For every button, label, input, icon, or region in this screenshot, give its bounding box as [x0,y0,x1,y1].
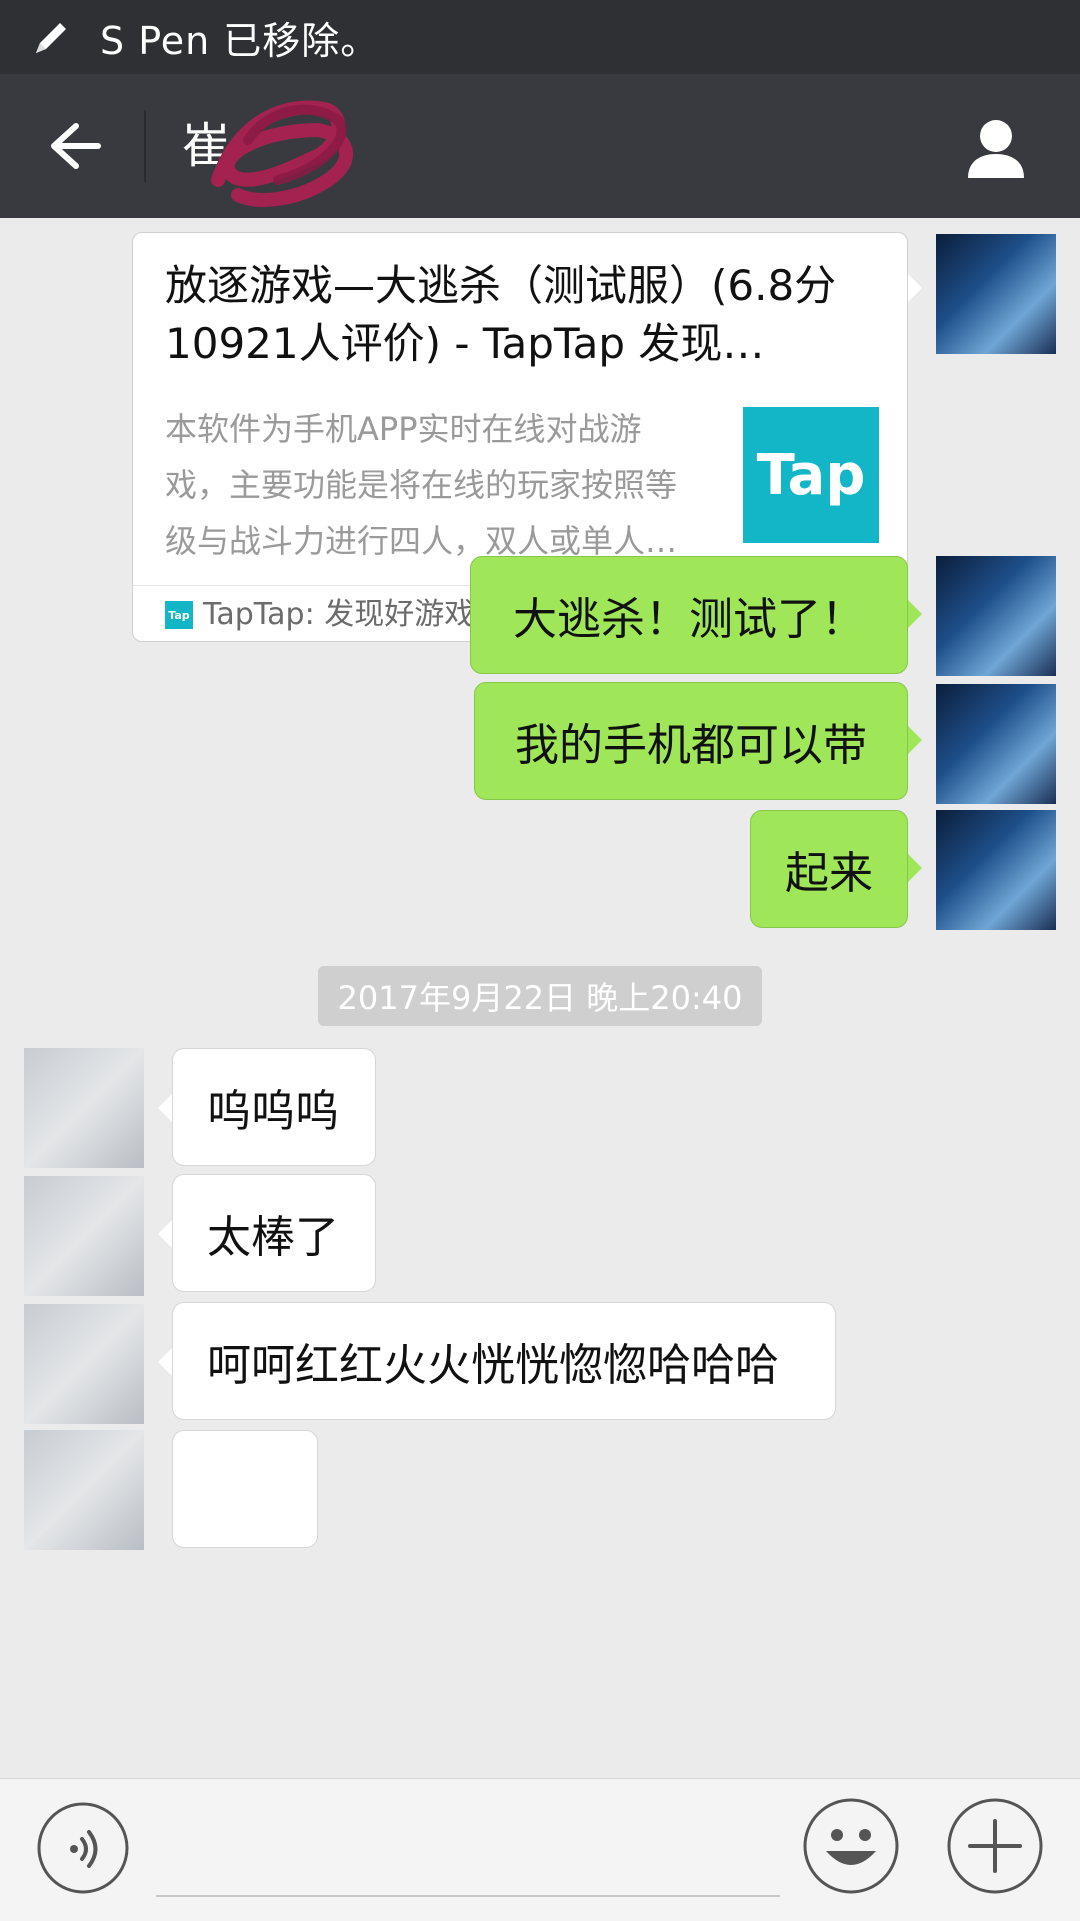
redaction-scribble [211,100,354,207]
pen-icon [36,23,66,53]
timestamp: 2017年9月22日 晚上20:40 [318,966,762,1026]
message-text: 起来 [785,848,873,899]
avatar[interactable] [24,1430,144,1550]
bubble-tail [908,600,922,628]
emoji-icon[interactable] [802,1797,900,1895]
avatar[interactable] [24,1176,144,1296]
message-bubble-received[interactable]: 太棒了 [172,1174,376,1292]
title-bar: 崔 [0,74,1080,218]
link-card-source: TapTap: 发现好游戏 [203,597,475,632]
bubble-tail [908,726,922,754]
chat-area[interactable]: 放逐游戏—大逃杀（测试服）(6.8分 10921人评价) - TapTap 发现… [0,218,1080,1778]
status-text: S Pen 已移除。 [100,18,380,63]
message-input[interactable] [156,1895,780,1897]
person-icon[interactable] [962,114,1030,182]
message-text: 太棒了 [207,1212,339,1263]
link-card-description: 本软件为手机APP实时在线对战游戏，主要功能是将在线的玩家按照等级与战斗力进行四… [165,410,678,560]
message-bubble-received[interactable]: 呵呵红红火火恍恍惚惚哈哈哈 [172,1302,836,1420]
bubble-tail [158,1094,172,1122]
message-bubble-sent[interactable]: 起来 [750,810,908,928]
status-bar: S Pen 已移除。 [0,0,1080,74]
message-bubble-sent[interactable]: 大逃杀！测试了！ [470,556,908,674]
bubble-tail [908,854,922,882]
avatar[interactable] [936,556,1056,676]
tap-logo-thumbnail: Tap [743,407,879,543]
bubble-tail [158,1220,172,1248]
taptap-source-icon: Tap [165,601,193,629]
avatar[interactable] [936,234,1056,354]
bubble-tail [908,274,922,302]
message-text: 大逃杀！测试了！ [513,594,865,645]
message-text: 我的手机都可以带 [515,720,867,771]
message-text: 呜呜呜 [207,1086,339,1137]
back-arrow-icon[interactable] [46,120,102,172]
avatar[interactable] [936,810,1056,930]
plus-icon[interactable] [946,1797,1044,1895]
input-bar [0,1778,1080,1921]
bubble-tail [158,1348,172,1376]
message-bubble-received[interactable] [172,1430,318,1548]
voice-icon[interactable] [36,1801,130,1895]
message-bubble-received[interactable]: 呜呜呜 [172,1048,376,1166]
message-bubble-sent[interactable]: 我的手机都可以带 [474,682,908,800]
avatar[interactable] [24,1048,144,1168]
avatar[interactable] [936,684,1056,804]
avatar[interactable] [24,1304,144,1424]
link-card-title: 放逐游戏—大逃杀（测试服）(6.8分 10921人评价) - TapTap 发现… [165,261,837,368]
message-text: 呵呵红红火火恍恍惚惚哈哈哈 [207,1340,779,1391]
title-divider [144,110,146,182]
